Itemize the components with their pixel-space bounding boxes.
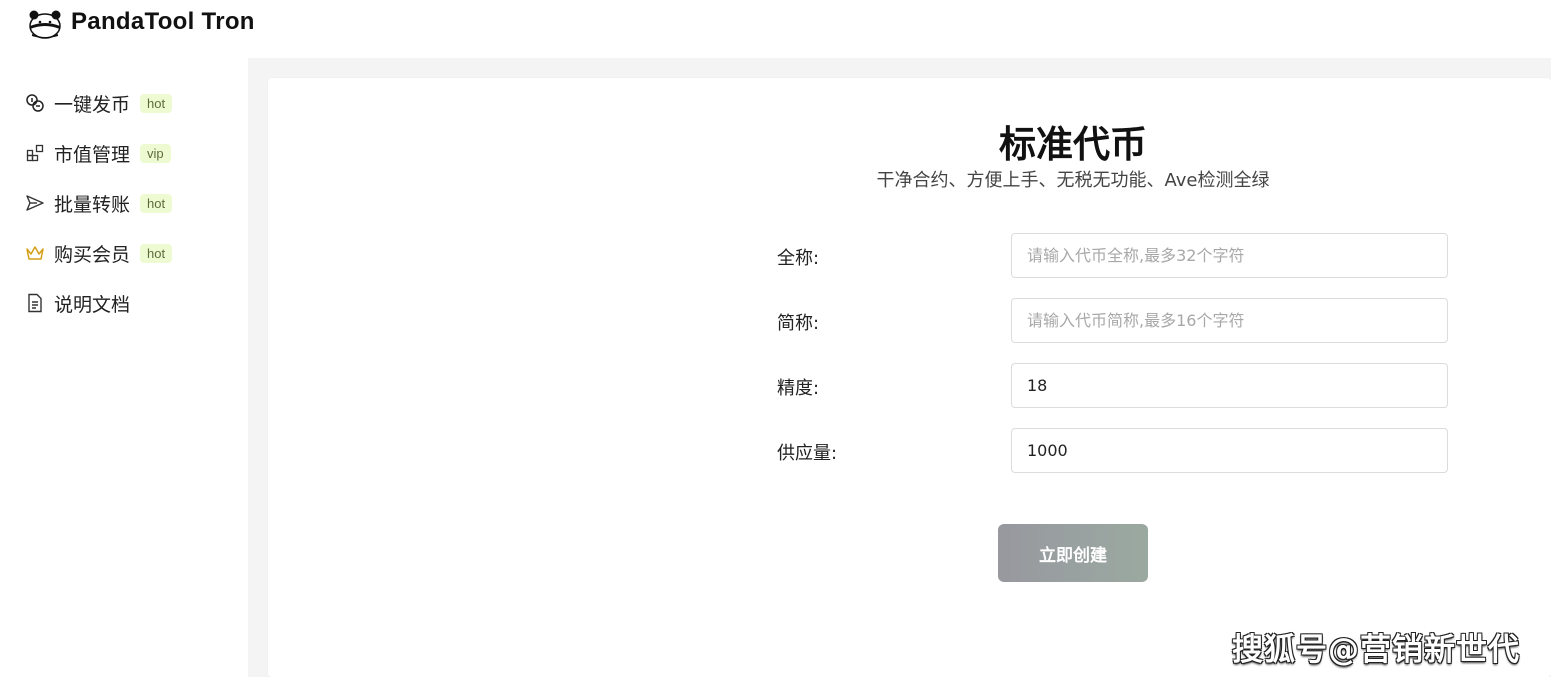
hot-badge: hot	[140, 243, 173, 263]
top-bar: PandaTool Tron	[0, 0, 1551, 58]
sidebar-item-buy-membership[interactable]: 购买会员 hot	[24, 238, 173, 268]
hot-badge: hot	[140, 193, 173, 213]
coins-icon	[24, 93, 45, 114]
full-name-input[interactable]	[1011, 233, 1448, 278]
page-subtitle: 干净合约、方便上手、无税无功能、Ave检测全绿	[876, 170, 1270, 191]
symbol-input[interactable]	[1011, 298, 1448, 343]
sidebar-item-label: 一键发币	[54, 93, 131, 116]
apps-icon	[24, 143, 45, 164]
supply-input[interactable]	[1011, 428, 1448, 473]
form-row-supply: 供应量:	[777, 428, 1449, 474]
decimals-input[interactable]	[1011, 363, 1448, 408]
hot-badge: hot	[140, 93, 173, 113]
sidebar-item-one-click-token[interactable]: 一键发币 hot	[24, 88, 173, 118]
page-title: 标准代币	[999, 123, 1147, 166]
form-row-symbol: 简称:	[777, 298, 1449, 344]
document-icon	[24, 293, 45, 314]
sidebar-item-label: 市值管理	[54, 143, 131, 166]
sidebar-item-label: 说明文档	[54, 293, 131, 316]
brand-title[interactable]: PandaTool Tron	[71, 8, 255, 36]
sidebar-item-label: 购买会员	[54, 243, 131, 266]
form-row-decimals: 精度:	[777, 363, 1449, 409]
full-name-label: 全称:	[777, 248, 820, 269]
title-wrap: 标准代币	[873, 114, 1273, 168]
create-now-button[interactable]: 立即创建	[998, 524, 1148, 582]
form-row-full-name: 全称:	[777, 233, 1449, 279]
vip-badge: vip	[140, 143, 171, 163]
decimals-label: 精度:	[777, 378, 820, 399]
supply-label: 供应量:	[777, 443, 838, 464]
send-icon	[24, 193, 45, 214]
crown-icon	[24, 243, 45, 264]
sidebar-item-label: 批量转账	[54, 193, 131, 216]
sidebar-item-documentation[interactable]: 说明文档	[24, 288, 130, 318]
symbol-label: 简称:	[777, 313, 820, 334]
sidebar-item-market-cap[interactable]: 市值管理 vip	[24, 138, 171, 168]
watermark-text: 搜狐号@营销新世代	[1232, 632, 1520, 668]
sidebar-item-batch-transfer[interactable]: 批量转账 hot	[24, 188, 173, 218]
sidebar: 一键发币 hot 市值管理 vip 批量转账 hot 购买会员 hot 说明文档	[0, 58, 248, 677]
panda-logo-icon[interactable]	[28, 6, 62, 40]
